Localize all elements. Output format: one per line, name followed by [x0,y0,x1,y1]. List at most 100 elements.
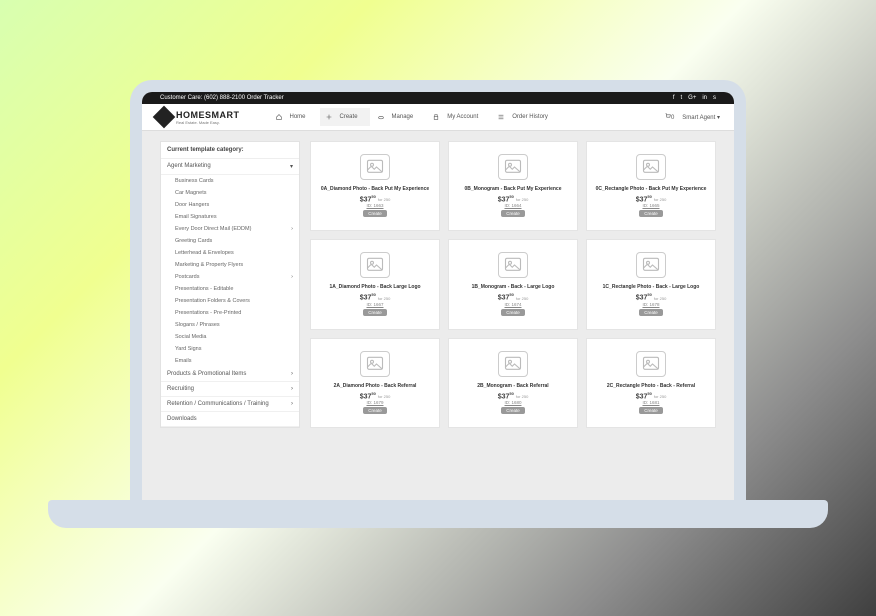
product-price: $3750for 250 [636,391,667,400]
linkedin-icon[interactable]: in [702,95,707,101]
product-card[interactable]: 2B_Monogram - Back Referral $3750for 250I… [448,338,578,428]
product-price: $3750for 250 [498,292,529,301]
sidebar-item[interactable]: Presentations - Pre-Printed [161,307,299,319]
product-title: 1A_Diamond Photo - Back Large Logo [329,284,420,290]
product-price: $3750for 250 [360,194,391,203]
image-placeholder-icon [360,252,390,278]
lock-icon [433,114,439,120]
product-id[interactable]: ID: 1678 [642,302,659,307]
sidebar-item[interactable]: Yard Signs [161,343,299,355]
nav-manage[interactable]: Manage [372,108,426,126]
create-button[interactable]: Create [363,210,387,217]
facebook-icon[interactable]: f [673,95,675,101]
product-card[interactable]: 0B_Monogram - Back Put My Experience$375… [448,141,578,231]
product-grid: 0A_Diamond Photo - Back Put My Experienc… [310,141,716,428]
image-placeholder-icon [636,351,666,377]
create-button[interactable]: Create [501,407,525,414]
product-price: $3750for 250 [636,194,667,203]
product-id[interactable]: ID: 1679 [366,400,383,405]
sidebar-item[interactable]: Letterhead & Envelopes [161,247,299,259]
sidebar-item[interactable]: Every Door Direct Mail (EDDM)› [161,223,299,235]
sidebar-cat-downloads[interactable]: Downloads [161,412,299,427]
laptop-base [48,500,828,528]
sidebar-item[interactable]: Slogans / Phrases [161,319,299,331]
product-title: 0A_Diamond Photo - Back Put My Experienc… [321,186,429,192]
create-button[interactable]: Create [363,309,387,316]
sidebar-cat-retention[interactable]: Retention / Communications / Training› [161,397,299,412]
nav-items: Home Create Manage My Account Order Hist… [270,108,560,126]
sidebar-item[interactable]: Emails [161,355,299,367]
product-title: 2C_Rectangle Photo - Back - Referral [607,383,695,389]
product-price: $3750for 250 [636,292,667,301]
product-id[interactable]: ID: 1681 [642,400,659,405]
product-card[interactable]: 2A_Diamond Photo - Back Referral$3750for… [310,338,440,428]
image-placeholder-icon [360,351,390,377]
product-price: $3750for 250 [498,194,529,203]
sidebar-cat-products[interactable]: Products & Promotional Items› [161,367,299,382]
product-price: $3750for 250 [360,391,391,400]
logo-diamond-icon [153,106,176,129]
sidebar-item[interactable]: Business Cards [161,175,299,187]
create-button[interactable]: Create [639,210,663,217]
product-card[interactable]: 0C_Rectangle Photo - Back Put My Experie… [586,141,716,231]
logo-subtext: Real Estate. Made Easy. [176,120,240,125]
nav-history[interactable]: Order History [492,108,560,126]
product-card[interactable]: 0A_Diamond Photo - Back Put My Experienc… [310,141,440,231]
logo-text: HOMESMART [176,110,240,120]
cart-button[interactable]: 0 [665,113,674,121]
sidebar-item[interactable]: Email Signatures [161,211,299,223]
chevron-down-icon: ▾ [290,163,293,170]
product-title: 0C_Rectangle Photo - Back Put My Experie… [596,186,707,192]
product-card[interactable]: 1B_Monogram - Back - Large Logo $3750for … [448,239,578,329]
product-price: $3750for 250 [498,391,529,400]
sidebar-item[interactable]: Car Magnets [161,187,299,199]
googleplus-icon[interactable]: G+ [688,95,696,101]
create-button[interactable]: Create [501,309,525,316]
product-id[interactable]: ID: 1674 [504,302,521,307]
product-id[interactable]: ID: 1663 [366,203,383,208]
sidebar-heading: Current template category: [161,142,299,159]
create-button[interactable]: Create [639,407,663,414]
sidebar-item[interactable]: Marketing & Property Flyers [161,259,299,271]
plus-icon [326,114,332,120]
chevron-right-icon: › [291,226,293,232]
logo[interactable]: HOMESMART Real Estate. Made Easy. [156,109,240,125]
sidebar-item[interactable]: Presentation Folders & Covers [161,295,299,307]
product-card[interactable]: 1C_Rectangle Photo - Back - Large Logo $3… [586,239,716,329]
product-card[interactable]: 2C_Rectangle Photo - Back - Referral $375… [586,338,716,428]
nav-bar: HOMESMART Real Estate. Made Easy. Home C… [142,104,734,131]
user-menu[interactable]: Smart Agent ▾ [682,114,720,121]
product-id[interactable]: ID: 1667 [366,302,383,307]
twitter-icon[interactable]: t [680,95,682,101]
chevron-right-icon: › [291,371,293,377]
nav-create[interactable]: Create [320,108,370,126]
social-icons: f t G+ in s [673,95,716,101]
image-placeholder-icon [498,351,528,377]
product-title: 1B_Monogram - Back - Large Logo [472,284,555,290]
sidebar-item[interactable]: Door Hangers [161,199,299,211]
product-card[interactable]: 1A_Diamond Photo - Back Large Logo$3750f… [310,239,440,329]
nav-home[interactable]: Home [270,108,318,126]
sidebar-item[interactable]: Postcards› [161,271,299,283]
customer-care-text[interactable]: Customer Care: (602) 888-2100 Order Trac… [160,95,284,101]
nav-account[interactable]: My Account [427,108,490,126]
sidebar-cat-agent-marketing[interactable]: Agent Marketing▾ [161,159,299,175]
create-button[interactable]: Create [639,309,663,316]
sidebar-item[interactable]: Presentations - Editable [161,283,299,295]
chevron-right-icon: › [291,274,293,280]
product-title: 2B_Monogram - Back Referral [477,383,548,389]
product-id[interactable]: ID: 1664 [504,203,521,208]
product-id[interactable]: ID: 1680 [504,400,521,405]
image-placeholder-icon [498,252,528,278]
snapchat-icon[interactable]: s [713,95,716,101]
image-placeholder-icon [636,154,666,180]
sidebar-item[interactable]: Greeting Cards [161,235,299,247]
sidebar-item[interactable]: Social Media [161,331,299,343]
create-button[interactable]: Create [363,407,387,414]
sidebar-cat-recruiting[interactable]: Recruiting› [161,382,299,397]
create-button[interactable]: Create [501,210,525,217]
product-id[interactable]: ID: 1665 [642,203,659,208]
product-title: 1C_Rectangle Photo - Back - Large Logo [603,284,700,290]
top-bar: Customer Care: (602) 888-2100 Order Trac… [142,92,734,104]
home-icon [276,114,282,120]
